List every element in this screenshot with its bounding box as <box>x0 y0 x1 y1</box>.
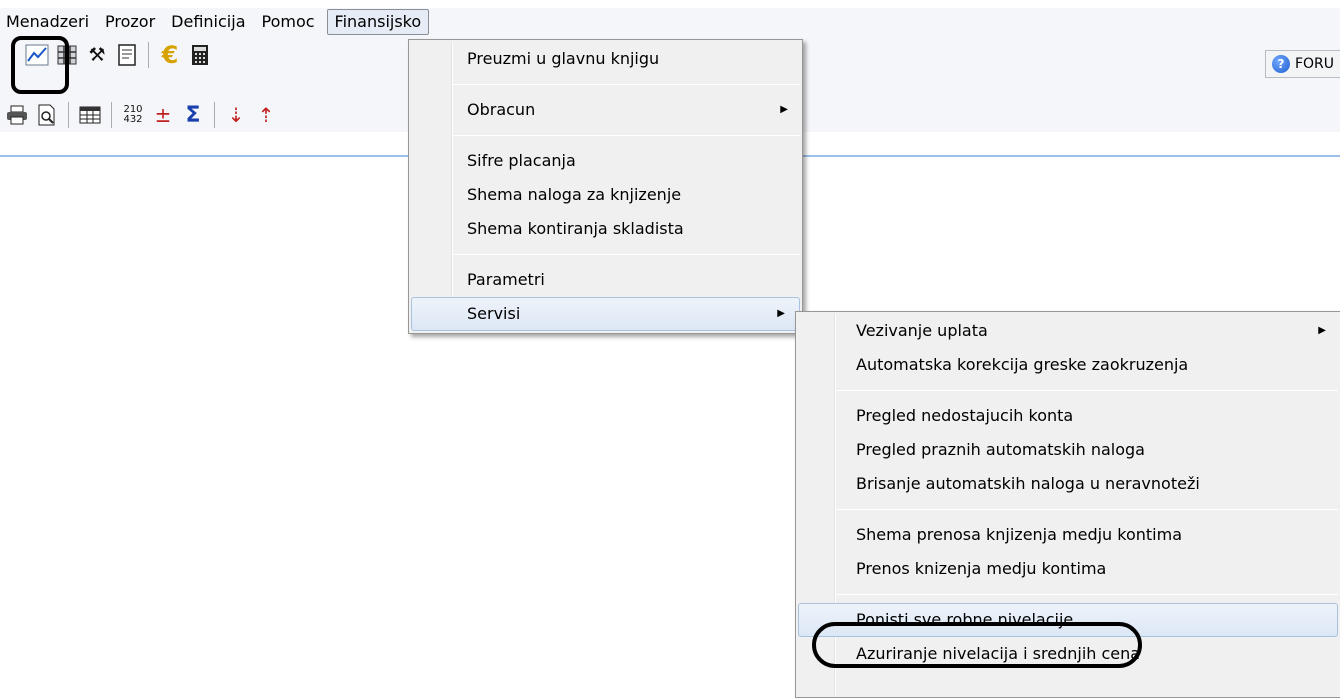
menu-menadzeri[interactable]: Menadzeri <box>0 9 97 35</box>
printer-icon[interactable] <box>2 100 32 130</box>
menu-item-sifre-placanja[interactable]: Sifre placanja <box>409 144 802 178</box>
submenu-arrow-icon: ▶ <box>780 104 788 115</box>
numbers-icon[interactable]: 210 432 <box>118 100 148 130</box>
toolbar-separator <box>68 102 69 128</box>
print-preview-icon[interactable] <box>32 100 62 130</box>
help-icon: ? <box>1271 55 1290 73</box>
forum-button[interactable]: ? FORU <box>1264 50 1340 78</box>
tools-icon[interactable]: ⚒ <box>82 40 112 70</box>
menu-item-label: Servisi <box>467 304 521 323</box>
menu-item-brisanje-automatskih-naloga[interactable]: Brisanje automatskih naloga u neravnotež… <box>796 467 1340 501</box>
toolbar-separator <box>214 102 215 128</box>
calculator-icon[interactable] <box>185 40 215 70</box>
menu-item-parametri[interactable]: Parametri <box>409 263 802 297</box>
menu-item-shema-naloga-za-knjizenje[interactable]: Shema naloga za knjizenje <box>409 178 802 212</box>
sort-ascending-icon[interactable]: ⇡ <box>251 100 281 130</box>
application-window: Menadzeri Prozor Definicija Pomoc Finans… <box>0 0 1340 698</box>
euro-icon[interactable]: € <box>155 40 185 70</box>
menu-separator <box>836 390 1338 391</box>
menu-finansijsko[interactable]: Finansijsko <box>326 9 430 35</box>
menu-item-automatska-korekcija[interactable]: Automatska korekcija greske zaokruzenja <box>796 348 1340 382</box>
menu-item-vezivanje-uplata[interactable]: Vezivanje uplata ▶ <box>796 314 1340 348</box>
menu-item-prenos-knizenja[interactable]: Prenos knizenja medju kontima <box>796 552 1340 586</box>
menu-separator <box>453 84 800 85</box>
menu-separator <box>836 509 1338 510</box>
plus-minus-icon[interactable]: ± <box>148 100 178 130</box>
menu-item-ponisti-sve-robne-nivelacije[interactable]: Ponisti sve robne nivelacije <box>798 603 1338 637</box>
toolbar-separator <box>148 42 149 68</box>
menu-separator <box>453 135 800 136</box>
toolbar-separator <box>111 102 112 128</box>
sort-descending-icon[interactable]: ⇣ <box>221 100 251 130</box>
menu-item-pregled-praznih-automatskih-naloga[interactable]: Pregled praznih automatskih naloga <box>796 433 1340 467</box>
menu-item-shema-prenosa-knjizenja[interactable]: Shema prenosa knjizenja medju kontima <box>796 518 1340 552</box>
menu-item-label: Obracun <box>467 100 536 119</box>
finansijsko-menu: Preuzmi u glavnu knjigu Obracun ▶ Sifre … <box>408 39 803 334</box>
menu-item-servisi[interactable]: Servisi ▶ <box>411 297 800 331</box>
menu-item-shema-kontiranja-skladista[interactable]: Shema kontiranja skladista <box>409 212 802 246</box>
menu-separator <box>453 254 800 255</box>
grid-pattern-icon[interactable] <box>52 40 82 70</box>
menu-item-preuzmi-u-glavnu-knjigu[interactable]: Preuzmi u glavnu knjigu <box>409 42 802 76</box>
menu-definicija[interactable]: Definicija <box>163 9 253 35</box>
menu-item-label: Vezivanje uplata <box>856 321 988 340</box>
servisi-submenu: Vezivanje uplata ▶ Automatska korekcija … <box>795 311 1340 698</box>
document-icon[interactable] <box>112 40 142 70</box>
forum-label: FORU <box>1294 56 1334 72</box>
menu-prozor[interactable]: Prozor <box>97 9 163 35</box>
menu-bar: Menadzeri Prozor Definicija Pomoc Finans… <box>0 8 1340 36</box>
menu-item-azuriranje-nivelacija[interactable]: Azuriranje nivelacija i srednjih cena <box>796 637 1340 671</box>
sum-icon[interactable]: Σ <box>178 100 208 130</box>
submenu-arrow-icon: ▶ <box>1318 325 1326 336</box>
table-icon[interactable] <box>75 100 105 130</box>
submenu-arrow-icon: ▶ <box>777 308 785 319</box>
menu-item-obracun[interactable]: Obracun ▶ <box>409 93 802 127</box>
menu-item-pregled-nedostajucih-konta[interactable]: Pregled nedostajucih konta <box>796 399 1340 433</box>
menu-separator <box>836 594 1338 595</box>
menu-pomoc[interactable]: Pomoc <box>254 9 323 35</box>
chart-line-icon[interactable] <box>22 40 52 70</box>
